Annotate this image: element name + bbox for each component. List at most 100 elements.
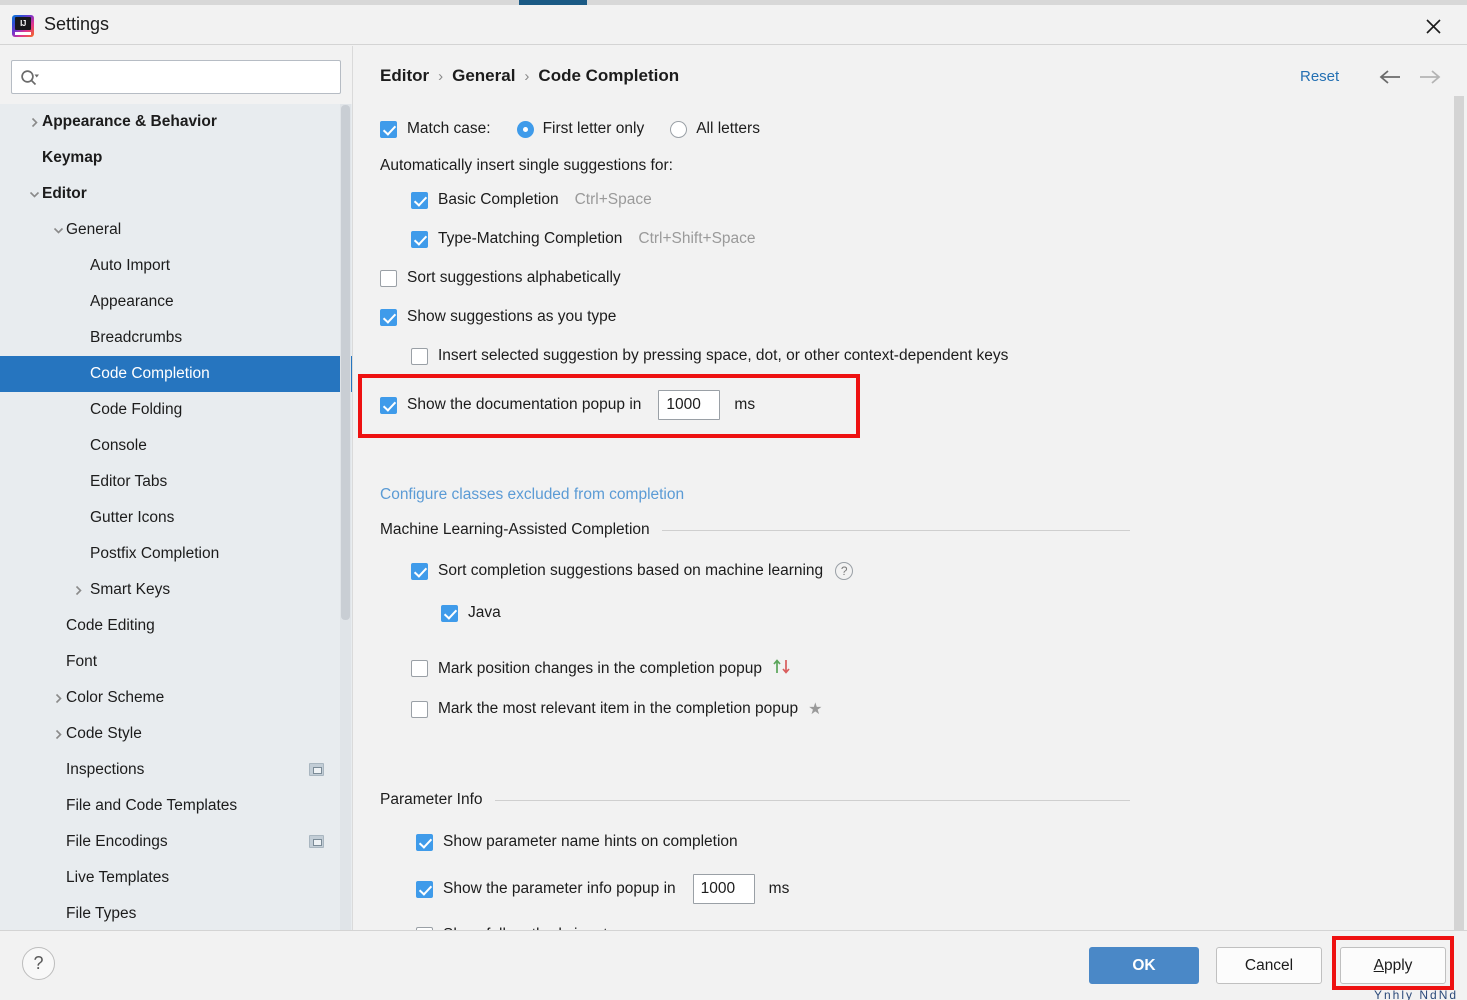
param-info-popup-checkbox[interactable] xyxy=(416,881,433,898)
param-info-popup-row[interactable]: Show the parameter info popup in ms xyxy=(416,874,789,904)
sidebar-item-postfix-completion[interactable]: Postfix Completion xyxy=(0,536,352,572)
sort-alphabetically-checkbox[interactable] xyxy=(380,270,397,287)
sort-ml-row[interactable]: Sort completion suggestions based on mac… xyxy=(411,562,853,580)
type-matching-completion-checkbox[interactable] xyxy=(411,231,428,248)
doc-popup-checkbox[interactable] xyxy=(380,397,397,414)
reset-link[interactable]: Reset xyxy=(1300,68,1339,85)
sidebar-item-live-templates[interactable]: Live Templates xyxy=(0,860,352,896)
sidebar-item-breadcrumbs[interactable]: Breadcrumbs xyxy=(0,320,352,356)
sidebar-item-file-and-code-templates[interactable]: File and Code Templates xyxy=(0,788,352,824)
chevron-right-icon[interactable] xyxy=(48,688,68,708)
insert-selected-label: Insert selected suggestion by pressing s… xyxy=(438,347,1008,365)
sidebar-item-editor[interactable]: Editor xyxy=(0,176,352,212)
sort-ml-checkbox[interactable] xyxy=(411,563,428,580)
chevron-down-icon[interactable] xyxy=(48,220,68,240)
content-scrollbar-thumb[interactable] xyxy=(1454,96,1464,930)
apply-mnemonic: A xyxy=(1374,957,1384,975)
show-as-you-type-row[interactable]: Show suggestions as you type xyxy=(380,308,616,326)
basic-completion-checkbox[interactable] xyxy=(411,192,428,209)
radio-all-letters[interactable]: All letters xyxy=(670,120,760,138)
apply-button[interactable]: Apply xyxy=(1340,947,1446,984)
sidebar-scrollbar-thumb[interactable] xyxy=(341,105,350,620)
star-icon: ★ xyxy=(808,699,822,719)
breadcrumb-item[interactable]: Editor xyxy=(380,66,429,86)
help-icon[interactable]: ? xyxy=(835,562,853,580)
insert-selected-checkbox[interactable] xyxy=(411,348,428,365)
sidebar-item-code-editing[interactable]: Code Editing xyxy=(0,608,352,644)
chevron-right-icon[interactable] xyxy=(24,112,44,132)
arrow-right-icon[interactable] xyxy=(1415,64,1445,90)
breadcrumb: Editor › General › Code Completion xyxy=(380,66,679,86)
doc-popup-unit: ms xyxy=(734,396,755,414)
doc-popup-delay-input[interactable] xyxy=(658,390,720,420)
project-level-badge-icon xyxy=(309,835,324,848)
close-icon[interactable] xyxy=(1411,11,1455,41)
sidebar-item-appearance[interactable]: Appearance xyxy=(0,284,352,320)
sort-alphabetically-row[interactable]: Sort suggestions alphabetically xyxy=(380,269,621,287)
breadcrumb-item[interactable]: Code Completion xyxy=(538,66,679,86)
sidebar-item-label: Font xyxy=(66,653,97,671)
mark-relevant-row[interactable]: Mark the most relevant item in the compl… xyxy=(411,699,822,719)
param-info-popup-label: Show the parameter info popup in xyxy=(443,880,676,898)
type-matching-completion-row[interactable]: Type-Matching Completion Ctrl+Shift+Spac… xyxy=(411,230,756,248)
chevron-down-icon[interactable] xyxy=(24,184,44,204)
mark-relevant-label: Mark the most relevant item in the compl… xyxy=(438,700,798,718)
doc-popup-row[interactable]: Show the documentation popup in ms xyxy=(380,390,755,420)
sidebar-item-file-types[interactable]: File Types xyxy=(0,896,352,930)
sidebar-item-code-style[interactable]: Code Style xyxy=(0,716,352,752)
first-letter-only-label: First letter only xyxy=(543,120,645,138)
cancel-button[interactable]: Cancel xyxy=(1216,947,1322,984)
breadcrumb-separator: › xyxy=(524,68,529,85)
mark-position-checkbox[interactable] xyxy=(411,660,428,677)
search-icon xyxy=(20,69,40,87)
sidebar-item-color-scheme[interactable]: Color Scheme xyxy=(0,680,352,716)
name-hints-checkbox[interactable] xyxy=(416,834,433,851)
sidebar-item-appearance-behavior[interactable]: Appearance & Behavior xyxy=(0,104,352,140)
ok-button[interactable]: OK xyxy=(1089,947,1199,984)
sidebar-item-general[interactable]: General xyxy=(0,212,352,248)
mark-relevant-checkbox[interactable] xyxy=(411,701,428,718)
settings-dialog: IJ Settings Appearance & BehaviorKeymapE… xyxy=(0,0,1467,1000)
sidebar-item-gutter-icons[interactable]: Gutter Icons xyxy=(0,500,352,536)
sidebar-item-code-folding[interactable]: Code Folding xyxy=(0,392,352,428)
insert-selected-row[interactable]: Insert selected suggestion by pressing s… xyxy=(411,347,1008,365)
java-checkbox[interactable] xyxy=(441,605,458,622)
all-letters-radio[interactable] xyxy=(670,121,687,138)
sidebar-item-file-encodings[interactable]: File Encodings xyxy=(0,824,352,860)
sidebar-item-smart-keys[interactable]: Smart Keys xyxy=(0,572,352,608)
match-case-checkbox[interactable] xyxy=(380,121,397,138)
mark-position-label: Mark position changes in the completion … xyxy=(438,660,762,678)
help-button[interactable]: ? xyxy=(22,947,55,980)
sidebar-item-editor-tabs[interactable]: Editor Tabs xyxy=(0,464,352,500)
radio-first-letter-only[interactable]: First letter only xyxy=(517,120,645,138)
mark-position-row[interactable]: Mark position changes in the completion … xyxy=(411,658,794,679)
sidebar-item-label: Editor xyxy=(42,185,87,203)
sidebar-item-font[interactable]: Font xyxy=(0,644,352,680)
java-row[interactable]: Java xyxy=(441,604,501,622)
breadcrumb-item[interactable]: General xyxy=(452,66,515,86)
chevron-right-icon[interactable] xyxy=(48,724,68,744)
sidebar-item-console[interactable]: Console xyxy=(0,428,352,464)
basic-completion-row[interactable]: Basic Completion Ctrl+Space xyxy=(411,191,652,209)
settings-tree[interactable]: Appearance & Behavior Keymap Editor General… xyxy=(0,104,352,930)
all-letters-label: All letters xyxy=(696,120,760,138)
type-matching-completion-label: Type-Matching Completion xyxy=(438,230,622,248)
sidebar-item-auto-import[interactable]: Auto Import xyxy=(0,248,352,284)
show-as-you-type-checkbox[interactable] xyxy=(380,309,397,326)
name-hints-row[interactable]: Show parameter name hints on completion xyxy=(416,833,738,851)
sidebar-item-label: Keymap xyxy=(42,149,102,167)
sidebar-item-code-completion[interactable]: Code Completion xyxy=(0,356,352,392)
configure-excluded-link[interactable]: Configure classes excluded from completi… xyxy=(380,486,684,504)
search-box[interactable] xyxy=(11,60,341,94)
first-letter-only-radio[interactable] xyxy=(517,121,534,138)
chevron-right-icon[interactable] xyxy=(68,580,88,600)
name-hints-label: Show parameter name hints on completion xyxy=(443,833,738,851)
search-input[interactable] xyxy=(46,61,336,93)
sidebar-item-label: Code Editing xyxy=(66,617,155,635)
arrow-left-icon[interactable] xyxy=(1375,64,1405,90)
sort-alphabetically-label: Sort suggestions alphabetically xyxy=(407,269,621,287)
sidebar-item-inspections[interactable]: Inspections xyxy=(0,752,352,788)
breadcrumb-separator: › xyxy=(438,68,443,85)
param-info-delay-input[interactable] xyxy=(693,874,755,904)
sidebar-item-keymap[interactable]: Keymap xyxy=(0,140,352,176)
